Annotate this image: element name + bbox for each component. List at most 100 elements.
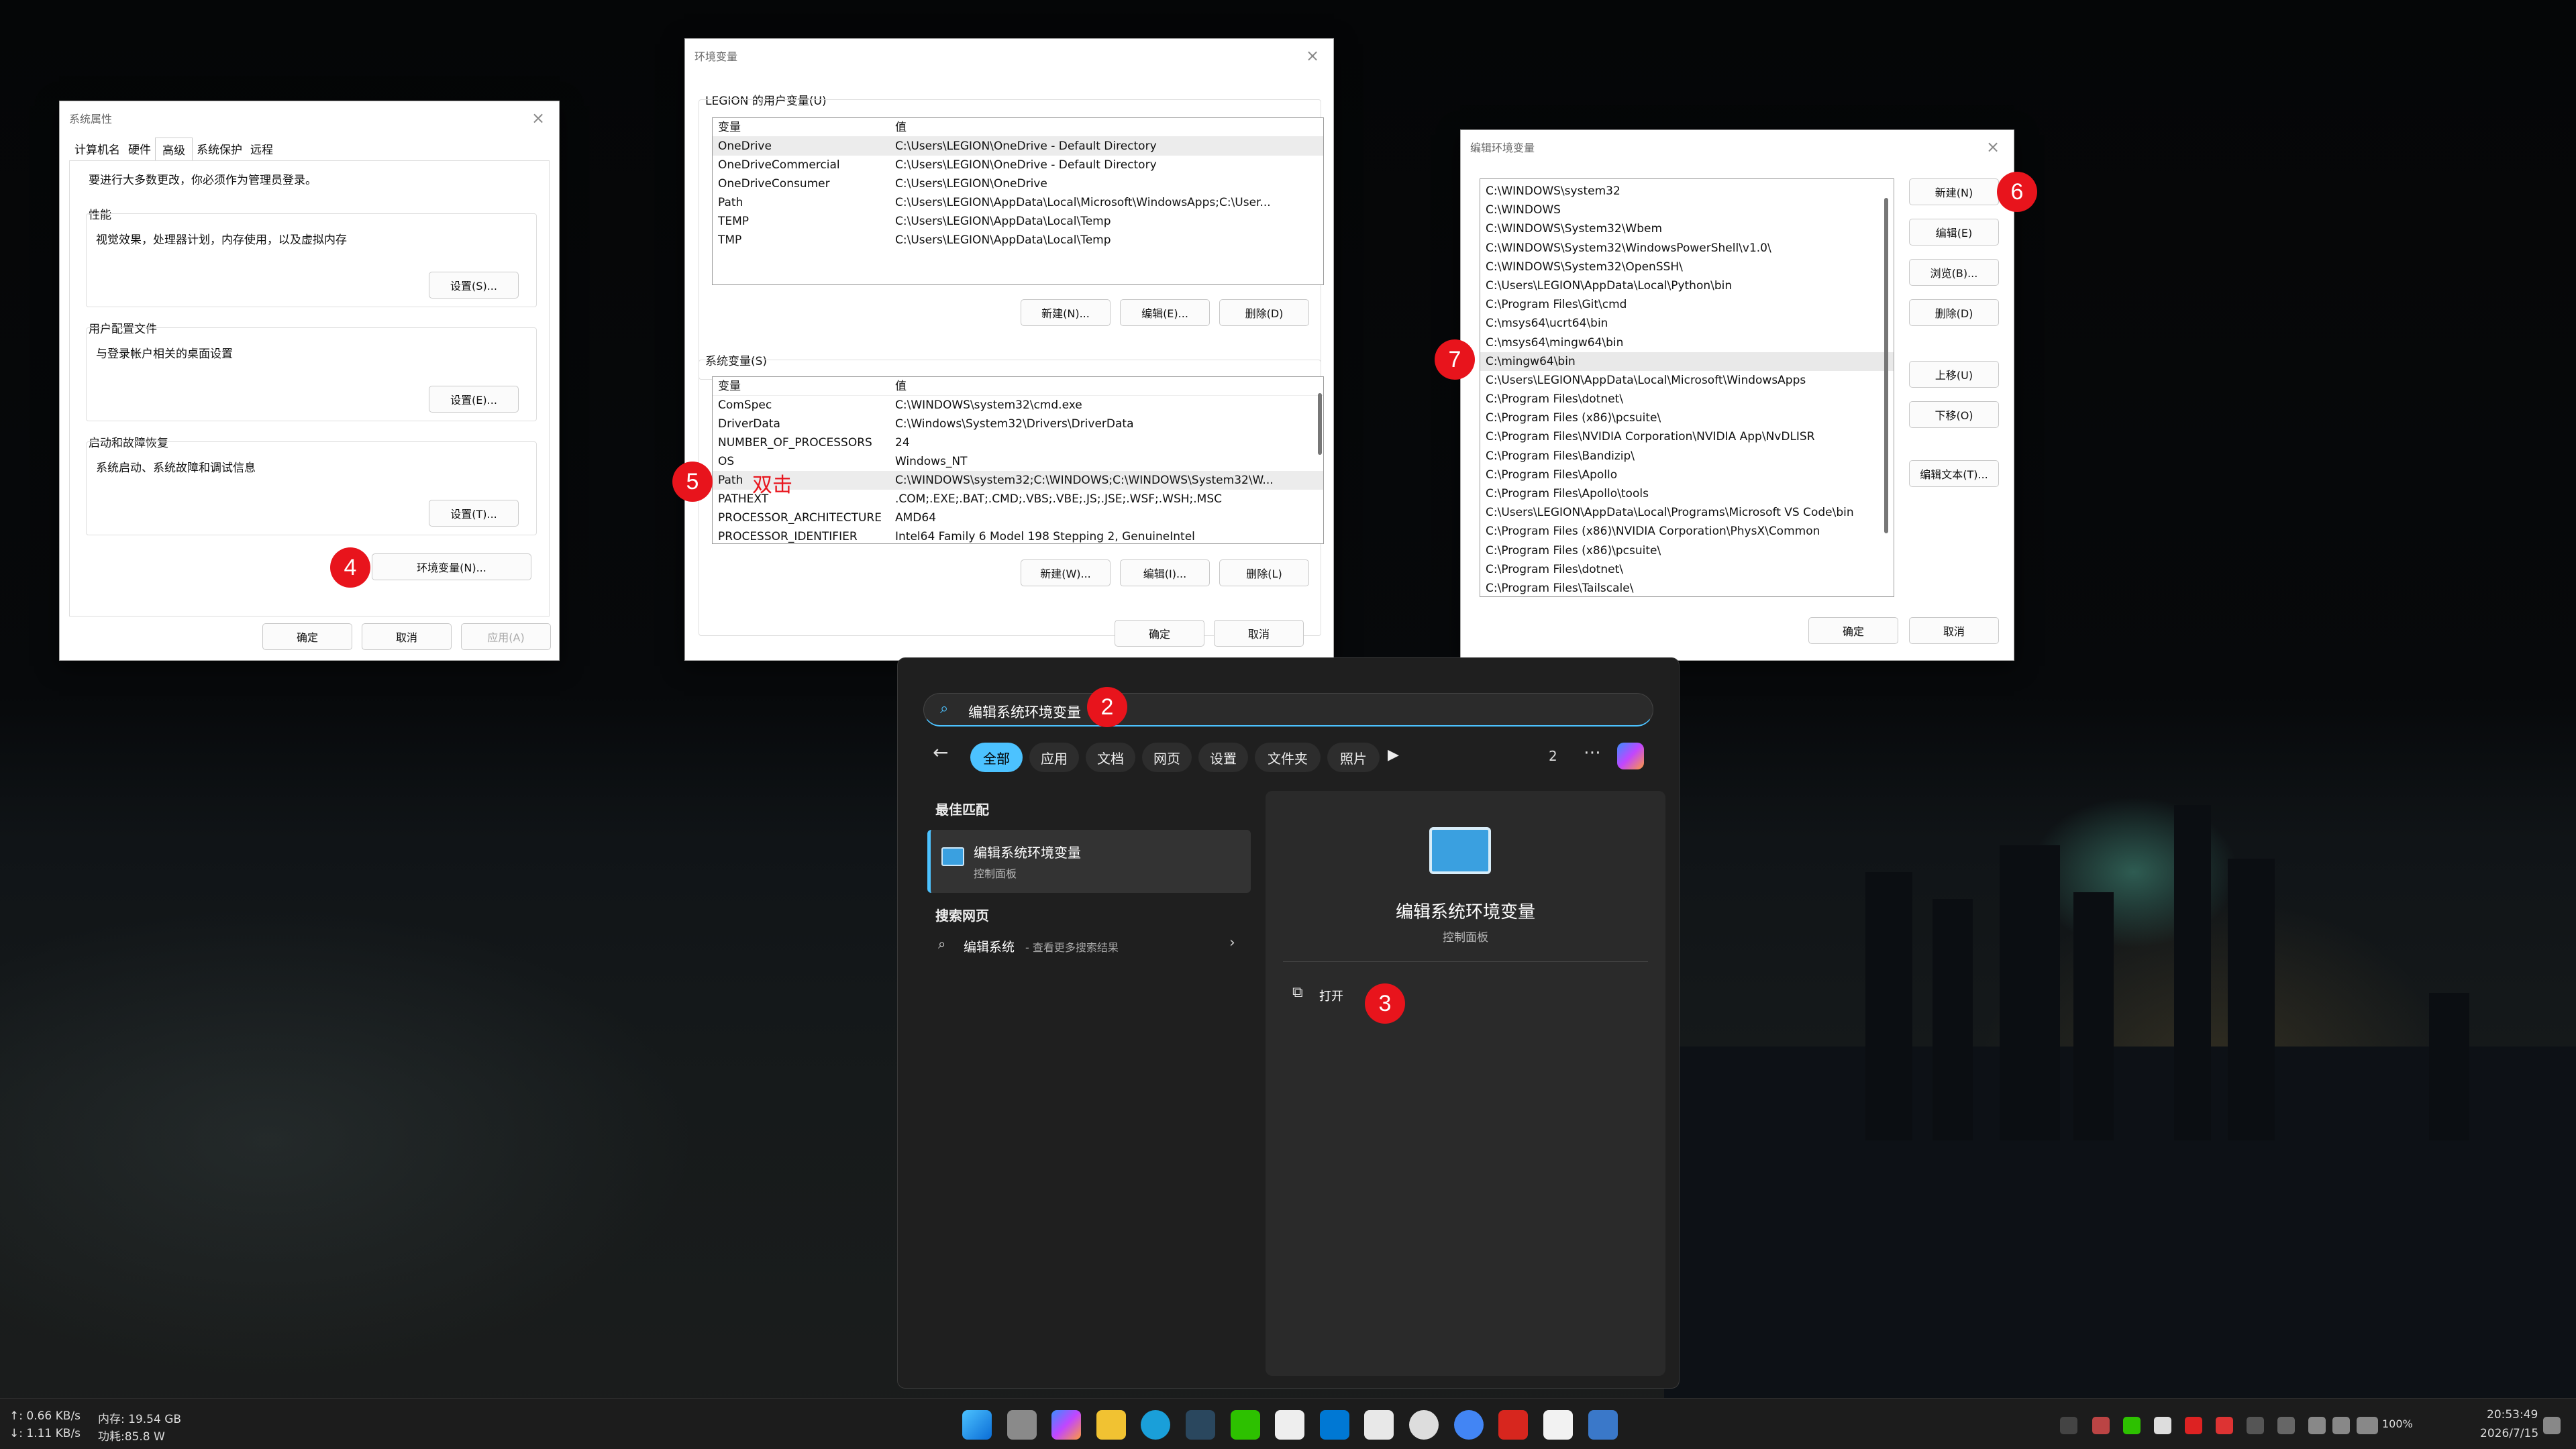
qq-icon[interactable] xyxy=(1275,1410,1304,1440)
path-entry[interactable]: C:\Users\LEGION\AppData\Local\Microsoft\… xyxy=(1480,371,1894,390)
cancel-button[interactable]: 取消 xyxy=(1214,620,1304,647)
tab-hardware[interactable]: 硬件 xyxy=(124,138,155,160)
path-entry[interactable]: C:\Program Files (x86)\pcsuite\ xyxy=(1480,541,1894,560)
tray-app-icon[interactable] xyxy=(2154,1417,2171,1434)
startup-settings-button[interactable]: 设置(T)... xyxy=(429,500,519,527)
tray-app-icon[interactable] xyxy=(2185,1417,2202,1434)
table-row[interactable]: OneDrive C:\Users\LEGION\OneDrive - Defau… xyxy=(713,137,1323,156)
path-entry[interactable]: C:\Program Files\Bandizip\ xyxy=(1480,447,1894,466)
path-entry[interactable]: C:\Users\LEGION\AppData\Local\Python\bin xyxy=(1480,276,1894,295)
search-box[interactable]: ⌕ 编辑系统环境变量 xyxy=(923,693,1653,727)
move-down-button[interactable]: 下移(O) xyxy=(1909,401,1999,428)
user-new-button[interactable]: 新建(N)... xyxy=(1021,299,1111,326)
path-entry[interactable]: C:\msys64\mingw64\bin xyxy=(1480,333,1894,352)
table-row[interactable]: NUMBER_OF_PROCESSORS 24 xyxy=(713,433,1323,452)
table-row[interactable]: TMP C:\Users\LEGION\AppData\Local\Temp xyxy=(713,231,1323,250)
battery-icon[interactable] xyxy=(2357,1417,2378,1434)
user-profiles-settings-button[interactable]: 设置(E)... xyxy=(429,386,519,413)
table-row[interactable]: TEMP C:\Users\LEGION\AppData\Local\Temp xyxy=(713,212,1323,231)
back-arrow-icon[interactable]: ← xyxy=(933,741,948,763)
chatgpt-icon[interactable] xyxy=(1409,1410,1439,1440)
wechat-icon[interactable] xyxy=(1231,1410,1260,1440)
tab-system-protection[interactable]: 系统保护 xyxy=(193,138,246,160)
user-edit-button[interactable]: 编辑(E)... xyxy=(1120,299,1210,326)
play-icon[interactable]: ▶ xyxy=(1388,747,1399,763)
volume-icon[interactable] xyxy=(2332,1417,2350,1434)
cancel-button[interactable]: 取消 xyxy=(1909,617,1999,644)
path-entry[interactable]: C:\Program Files\Apollo xyxy=(1480,466,1894,484)
system-list-scrollbar[interactable] xyxy=(1318,393,1322,455)
move-up-button[interactable]: 上移(U) xyxy=(1909,361,1999,388)
copilot-taskbar-icon[interactable] xyxy=(1051,1410,1081,1440)
vscode-icon[interactable] xyxy=(1320,1410,1349,1440)
table-row[interactable]: PROCESSOR_ARCHITECTURE AMD64 xyxy=(713,508,1323,527)
path-list-scrollbar[interactable] xyxy=(1884,198,1888,533)
filter-documents[interactable]: 文档 xyxy=(1086,743,1135,772)
system-new-button[interactable]: 新建(W)... xyxy=(1021,559,1111,586)
edit-text-button[interactable]: 编辑文本(T)... xyxy=(1909,460,1999,487)
path-entry[interactable]: C:\Program Files\Tailscale\ xyxy=(1480,579,1894,596)
start-icon[interactable] xyxy=(962,1410,992,1440)
browse-button[interactable]: 浏览(B)... xyxy=(1909,259,1999,286)
path-entry[interactable]: C:\WINDOWS\System32\WindowsPowerShell\v1… xyxy=(1480,239,1894,258)
copilot-icon[interactable] xyxy=(1617,743,1644,769)
path-entry[interactable]: C:\Program Files\Apollo\tools xyxy=(1480,484,1894,503)
table-row[interactable]: PROCESSOR_IDENTIFIER Intel64 Family 6 Mod… xyxy=(713,527,1323,543)
search-query[interactable]: 编辑系统环境变量 xyxy=(968,702,1081,722)
table-row[interactable]: DriverData C:\Windows\System32\Drivers\Dr… xyxy=(713,415,1323,433)
table-row[interactable]: OneDriveConsumer C:\Users\LEGION\OneDrive xyxy=(713,174,1323,193)
system-edit-button[interactable]: 编辑(I)... xyxy=(1120,559,1210,586)
tray-app-icon[interactable] xyxy=(2277,1417,2295,1434)
ok-button[interactable]: 确定 xyxy=(1115,620,1204,647)
path-entry[interactable]: C:\WINDOWS\System32\Wbem xyxy=(1480,219,1894,238)
path-entry[interactable]: C:\mingw64\bin xyxy=(1480,352,1894,371)
tab-computer-name[interactable]: 计算机名 xyxy=(70,138,124,160)
tab-advanced[interactable]: 高级 xyxy=(155,138,193,160)
system-variables-list[interactable]: 变量 值 ComSpec C:\WINDOWS\system32\cmd.exe Dr… xyxy=(712,376,1324,544)
web-search-item[interactable]: ⌕ 编辑系统 - 查看更多搜索结果 › xyxy=(927,929,1251,963)
path-list[interactable]: C:\WINDOWS\system32 C:\WINDOWS C:\WINDOWS\… xyxy=(1480,178,1894,597)
keyboard-icon[interactable] xyxy=(2247,1417,2264,1434)
filter-folders[interactable]: 文件夹 xyxy=(1255,743,1321,772)
close-icon[interactable]: × xyxy=(1302,46,1323,66)
table-row[interactable]: PATHEXT .COM;.EXE;.BAT;.CMD;.VBS;.VBE;.JS… xyxy=(713,490,1323,508)
user-delete-button[interactable]: 删除(D) xyxy=(1219,299,1309,326)
table-row[interactable]: OS Windows_NT xyxy=(713,452,1323,471)
path-entry[interactable]: C:\WINDOWS\System32\OpenSSH\ xyxy=(1480,258,1894,276)
notification-bell-icon[interactable] xyxy=(2543,1417,2561,1434)
file-explorer-icon[interactable] xyxy=(1096,1410,1126,1440)
path-entry[interactable]: C:\Program Files (x86)\NVIDIA Corporatio… xyxy=(1480,522,1894,541)
acrobat-icon[interactable] xyxy=(1498,1410,1528,1440)
table-row[interactable]: Path C:\Users\LEGION\AppData\Local\Micros… xyxy=(713,193,1323,212)
new-button[interactable]: 新建(N) xyxy=(1909,178,1999,205)
path-entry[interactable]: C:\WINDOWS xyxy=(1480,201,1894,219)
filter-settings[interactable]: 设置 xyxy=(1198,743,1248,772)
performance-settings-button[interactable]: 设置(S)... xyxy=(429,272,519,299)
path-entry[interactable]: C:\Users\LEGION\AppData\Local\Programs\M… xyxy=(1480,503,1894,522)
path-entry[interactable]: C:\Program Files\Git\cmd xyxy=(1480,295,1894,314)
user-variables-list[interactable]: 变量 值 OneDrive C:\Users\LEGION\OneDrive - D… xyxy=(712,117,1324,285)
clock-date[interactable]: 2026/7/15 xyxy=(2480,1427,2538,1440)
path-entry[interactable]: C:\Program Files\dotnet\ xyxy=(1480,390,1894,409)
best-match-item[interactable]: 编辑系统环境变量 控制面板 xyxy=(927,830,1251,893)
tray-app-icon[interactable] xyxy=(2092,1417,2110,1434)
path-entry[interactable]: C:\Program Files (x86)\pcsuite\ xyxy=(1480,409,1894,427)
remote-desktop-icon[interactable] xyxy=(1588,1410,1618,1440)
edit-button[interactable]: 编辑(E) xyxy=(1909,219,1999,246)
notes-icon[interactable] xyxy=(1543,1410,1573,1440)
filter-photos[interactable]: 照片 xyxy=(1327,743,1380,772)
store-icon[interactable] xyxy=(1364,1410,1394,1440)
environment-variables-button[interactable]: 环境变量(N)... xyxy=(372,553,531,580)
filter-apps[interactable]: 应用 xyxy=(1029,743,1079,772)
path-entry[interactable]: C:\msys64\ucrt64\bin xyxy=(1480,314,1894,333)
edge-icon[interactable] xyxy=(1141,1410,1170,1440)
filter-all[interactable]: 全部 xyxy=(970,743,1023,772)
task-view-icon[interactable] xyxy=(1007,1410,1037,1440)
ok-button[interactable]: 确定 xyxy=(262,623,352,650)
cancel-button[interactable]: 取消 xyxy=(362,623,452,650)
steam-icon[interactable] xyxy=(1186,1410,1215,1440)
filter-web[interactable]: 网页 xyxy=(1142,743,1192,772)
chevron-up-icon[interactable] xyxy=(2060,1417,2077,1434)
tray-app-icon[interactable] xyxy=(2216,1417,2233,1434)
path-entry[interactable]: C:\Program Files\NVIDIA Corporation\NVID… xyxy=(1480,427,1894,446)
